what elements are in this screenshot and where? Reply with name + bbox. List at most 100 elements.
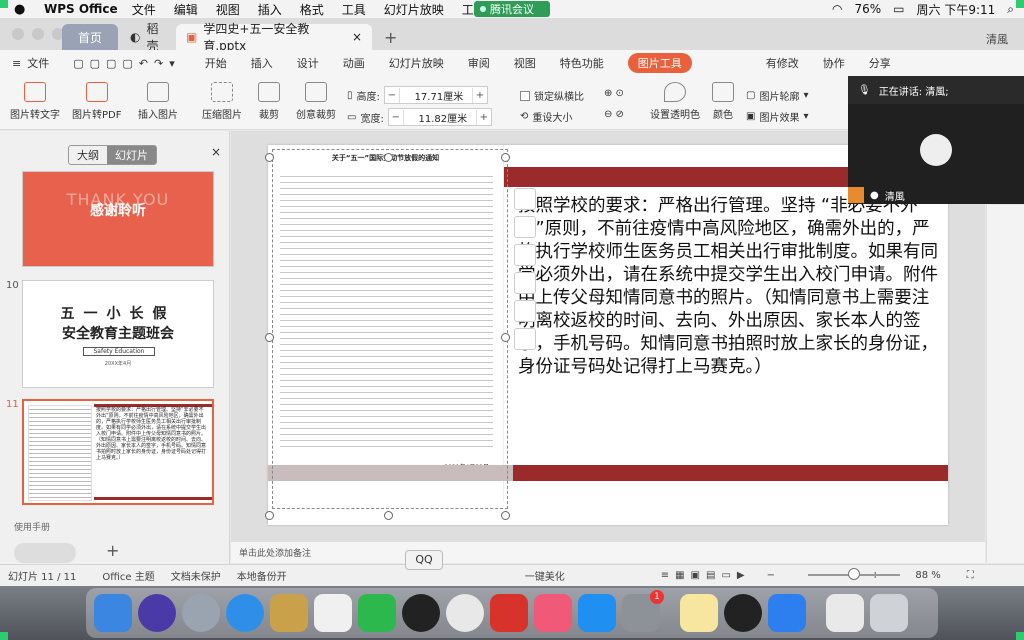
- launchpad-icon[interactable]: [182, 594, 220, 632]
- resize-handle-right[interactable]: [501, 333, 510, 342]
- menu-format[interactable]: 格式: [300, 1, 324, 18]
- trash-icon[interactable]: [870, 594, 908, 632]
- tab-outline[interactable]: 大纲: [69, 146, 107, 164]
- menu-view[interactable]: 视图: [216, 1, 240, 18]
- ribbon-tab-slideshow[interactable]: 幻灯片放映: [389, 55, 444, 71]
- add-slide-button[interactable]: +: [106, 541, 119, 560]
- compress-image-button[interactable]: 压缩图片: [202, 82, 242, 121]
- rotate-icon[interactable]: [514, 300, 536, 322]
- chrome-icon[interactable]: [446, 594, 484, 632]
- insert-image-button[interactable]: 插入图片: [138, 82, 178, 121]
- resize-handle-bottom[interactable]: [384, 511, 393, 520]
- apple-icon[interactable]: ●: [14, 2, 32, 17]
- crop-tool-icon[interactable]: [514, 244, 536, 266]
- siri-icon[interactable]: [138, 594, 176, 632]
- finder-icon[interactable]: [94, 594, 132, 632]
- picture-effects-option[interactable]: ▣ 图片效果 ▾: [746, 109, 808, 124]
- width-value[interactable]: 11.82厘米: [402, 109, 477, 125]
- image-to-text-button[interactable]: 图片转文字: [10, 82, 60, 121]
- ribbon-file[interactable]: 文件: [27, 55, 49, 71]
- color-button[interactable]: 颜色: [712, 82, 734, 121]
- ribbon-tab-start[interactable]: 开始: [205, 55, 227, 71]
- view-mode-icons[interactable]: ≡▦▣▤▭▶: [661, 570, 751, 581]
- resize-handle-br[interactable]: [501, 511, 510, 520]
- menu-insert[interactable]: 插入: [258, 1, 282, 18]
- quick-access-icons[interactable]: ▢▢▢▢↶↷▾: [73, 57, 181, 70]
- qq-icon[interactable]: [724, 594, 762, 632]
- notes-icon[interactable]: [680, 594, 718, 632]
- settings-icon[interactable]: 1: [622, 590, 664, 632]
- menu-file[interactable]: 文件: [132, 1, 156, 18]
- resize-handle-left[interactable]: [265, 333, 274, 342]
- ribbon-tab-view[interactable]: 视图: [514, 55, 536, 71]
- crop-button[interactable]: 裁剪: [258, 82, 280, 121]
- clock[interactable]: 周六 下午9:11: [917, 1, 996, 18]
- search-icon[interactable]: ⌕: [1007, 2, 1014, 17]
- panel-mini-controls[interactable]: [14, 543, 76, 563]
- ribbon-tab-insert[interactable]: 插入: [251, 55, 273, 71]
- theme-name[interactable]: Office 主题: [102, 568, 154, 583]
- music-icon[interactable]: [534, 594, 572, 632]
- wechat-icon[interactable]: [358, 594, 396, 632]
- meeting-video-window[interactable]: 🎙 正在讲话: 清風; ● 清風: [848, 76, 1024, 204]
- resize-handle-tr[interactable]: [501, 153, 510, 162]
- notes-area[interactable]: 单击此处添加备注: [231, 541, 985, 563]
- layers-icon[interactable]: [514, 188, 536, 210]
- zoom-slider-knob[interactable]: [848, 568, 860, 580]
- effects-tool-icon[interactable]: [514, 328, 536, 350]
- slide-thumbnail-11[interactable]: 按照学校的要求：严格出行管理。坚持“非必要不外出”原则，不前往疫情中高风险地区，…: [22, 399, 214, 505]
- width-stepper[interactable]: − 11.82厘米 +: [387, 108, 492, 126]
- zoom-value[interactable]: 88 %: [915, 570, 940, 581]
- resize-handle-top[interactable]: [384, 153, 393, 162]
- safari-icon[interactable]: [226, 594, 264, 632]
- close-panel-icon[interactable]: ×: [211, 145, 221, 159]
- picture-adjust-icons-2[interactable]: ⊖ ⊘: [604, 109, 624, 120]
- picture-outline-option[interactable]: ▢ 图片轮廓 ▾: [746, 88, 808, 103]
- slide-thumbnail-10[interactable]: 五一小长假 安全教育主题班会 Safety Education 20XX年4月: [22, 280, 214, 388]
- tab-home[interactable]: 首页: [62, 24, 118, 50]
- close-window-button[interactable]: [12, 28, 24, 40]
- lock-ratio-option[interactable]: 锁定纵横比: [520, 88, 584, 103]
- pdf-icon[interactable]: [826, 594, 864, 632]
- app-name[interactable]: WPS Office: [44, 2, 118, 16]
- resize-handle-bl[interactable]: [265, 511, 274, 520]
- doc-protect-status[interactable]: 文档未保护: [171, 568, 221, 583]
- height-decrement[interactable]: −: [385, 90, 399, 101]
- creative-crop-button[interactable]: 创意裁剪: [296, 82, 336, 121]
- set-transparent-button[interactable]: 设置透明色: [650, 82, 700, 121]
- width-decrement[interactable]: −: [389, 112, 403, 123]
- user-manual-link[interactable]: 使用手册: [14, 520, 50, 533]
- ribbon-tab-features[interactable]: 特色功能: [560, 55, 604, 71]
- ribbon-tab-review[interactable]: 审阅: [468, 55, 490, 71]
- frame-icon[interactable]: [514, 272, 536, 294]
- tab-docer[interactable]: ◐ 稻壳: [120, 22, 176, 53]
- new-tab-button[interactable]: +: [384, 28, 397, 47]
- width-increment[interactable]: +: [477, 112, 491, 123]
- lark-icon[interactable]: [768, 594, 806, 632]
- ribbon-tab-animation[interactable]: 动画: [343, 55, 365, 71]
- backup-status[interactable]: 本地备份开: [237, 568, 287, 583]
- battery-percent[interactable]: 76%: [854, 2, 881, 16]
- reset-size-option[interactable]: ⟲ 重设大小: [520, 109, 572, 124]
- ribbon-tab-design[interactable]: 设计: [297, 55, 319, 71]
- share-button[interactable]: 分享: [869, 55, 891, 71]
- beautify-button[interactable]: 一键美化: [525, 568, 565, 583]
- meeting-indicator[interactable]: 腾讯会议: [474, 1, 550, 17]
- appstore-icon[interactable]: [578, 594, 616, 632]
- wifi-icon[interactable]: ◠: [832, 2, 842, 16]
- mail-icon[interactable]: [270, 594, 308, 632]
- tab-document[interactable]: ▣ 学四史+五一安全教育.pptx ×: [176, 22, 372, 53]
- zoom-icon[interactable]: [514, 216, 536, 238]
- wps-icon[interactable]: [490, 594, 528, 632]
- hamburger-icon[interactable]: ≡: [12, 57, 21, 70]
- slide-thumbnail-9[interactable]: THANK YOU 感谢聆听: [22, 171, 214, 267]
- user-name[interactable]: 清風: [986, 31, 1008, 47]
- height-stepper[interactable]: − 17.71厘米 +: [383, 86, 488, 104]
- height-increment[interactable]: +: [473, 90, 487, 101]
- image-to-pdf-button[interactable]: 图片转PDF: [72, 82, 121, 121]
- menu-tools[interactable]: 工具: [342, 1, 366, 18]
- menu-edit[interactable]: 编辑: [174, 1, 198, 18]
- collaborate-button[interactable]: 协作: [823, 55, 845, 71]
- battery-icon[interactable]: ▭: [893, 2, 904, 16]
- close-tab-icon[interactable]: ×: [352, 30, 362, 44]
